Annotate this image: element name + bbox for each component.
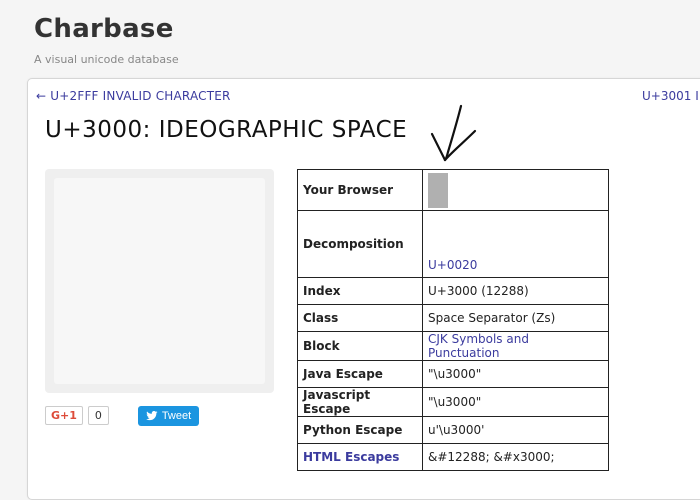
table-row: Your Browser bbox=[297, 169, 609, 211]
table-row: Java Escape "\u3000" bbox=[297, 360, 609, 388]
character-preview bbox=[45, 169, 274, 393]
decomposition-link[interactable]: U+0020 bbox=[428, 258, 477, 272]
browser-glyph-render bbox=[428, 172, 448, 208]
hand-drawn-arrow-icon bbox=[430, 104, 477, 162]
previous-character-link[interactable]: ← U+2FFF INVALID CHARACTER bbox=[36, 89, 231, 103]
table-row: Decomposition U+0020 bbox=[297, 210, 609, 278]
row-key: Javascript Escape bbox=[297, 387, 423, 417]
tweet-label: Tweet bbox=[161, 410, 192, 422]
row-value: U+0020 bbox=[422, 210, 609, 278]
table-row: Block CJK Symbols and Punctuation bbox=[297, 331, 609, 361]
google-plus-button[interactable]: G+1 bbox=[45, 406, 83, 425]
character-info-table: Your Browser Decomposition U+0020 Index … bbox=[297, 169, 609, 471]
row-value: "\u3000" bbox=[422, 387, 609, 417]
row-key: Block bbox=[297, 331, 423, 361]
table-row: Python Escape u'\u3000' bbox=[297, 416, 609, 444]
row-value: &#12288; &#x3000; bbox=[422, 443, 609, 471]
twitter-bird-icon bbox=[146, 411, 158, 421]
table-row: HTML Escapes &#12288; &#x3000; bbox=[297, 443, 609, 471]
character-preview-canvas bbox=[54, 178, 265, 384]
row-key: Index bbox=[297, 277, 423, 305]
row-key: Your Browser bbox=[297, 169, 423, 211]
character-heading: U+3000: IDEOGRAPHIC SPACE bbox=[45, 117, 408, 143]
block-link[interactable]: CJK Symbols and Punctuation bbox=[428, 332, 529, 360]
table-row: Class Space Separator (Zs) bbox=[297, 304, 609, 332]
row-value: "\u3000" bbox=[422, 360, 609, 388]
google-plus-widget[interactable]: G+1 0 bbox=[45, 406, 109, 425]
row-key: Java Escape bbox=[297, 360, 423, 388]
table-row: Index U+3000 (12288) bbox=[297, 277, 609, 305]
row-key: Decomposition bbox=[297, 210, 423, 278]
tweet-button[interactable]: Tweet bbox=[138, 406, 199, 426]
next-character-link[interactable]: U+3001 I bbox=[642, 89, 699, 103]
site-tagline: A visual unicode database bbox=[34, 53, 179, 66]
row-value: U+3000 (12288) bbox=[422, 277, 609, 305]
html-escapes-link[interactable]: HTML Escapes bbox=[303, 450, 399, 464]
row-value: Space Separator (Zs) bbox=[422, 304, 609, 332]
row-key: Class bbox=[297, 304, 423, 332]
row-value bbox=[422, 169, 609, 211]
site-title[interactable]: Charbase bbox=[34, 14, 174, 44]
row-value: u'\u3000' bbox=[422, 416, 609, 444]
google-plus-count: 0 bbox=[87, 406, 109, 425]
table-row: Javascript Escape "\u3000" bbox=[297, 387, 609, 417]
row-key: Python Escape bbox=[297, 416, 423, 444]
row-key: HTML Escapes bbox=[297, 443, 423, 471]
row-value: CJK Symbols and Punctuation bbox=[422, 331, 609, 361]
